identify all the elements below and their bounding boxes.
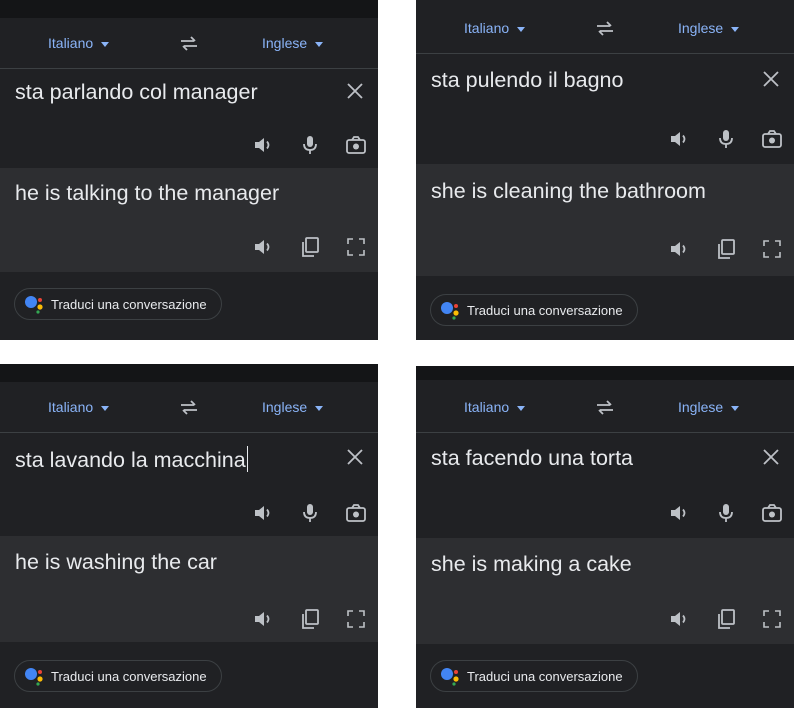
google-assistant-icon xyxy=(441,668,459,686)
source-actions xyxy=(416,502,794,526)
translate-conversation-button[interactable]: Traduci una conversazione xyxy=(14,660,222,692)
chevron-down-icon xyxy=(315,405,324,411)
translation-result: she is cleaning the bathroom xyxy=(416,164,794,276)
copy-icon[interactable] xyxy=(715,238,737,260)
translation-result: he is talking to the manager xyxy=(0,168,378,272)
target-language-selector[interactable]: Inglese xyxy=(262,382,324,432)
translation-result: she is making a cake xyxy=(416,538,794,644)
swap-arrows-icon[interactable] xyxy=(594,396,616,418)
chevron-down-icon xyxy=(101,405,110,411)
result-actions xyxy=(416,238,794,262)
result-actions xyxy=(0,608,378,632)
translate-conversation-button[interactable]: Traduci una conversazione xyxy=(430,294,638,326)
text-cursor xyxy=(246,446,249,472)
chevron-down-icon xyxy=(517,405,526,411)
microphone-icon[interactable] xyxy=(715,128,737,150)
result-actions xyxy=(0,236,378,260)
google-assistant-icon xyxy=(25,296,43,314)
swap-arrows-icon[interactable] xyxy=(594,17,616,39)
copy-icon[interactable] xyxy=(299,608,321,630)
speaker-icon[interactable] xyxy=(252,236,274,258)
fullscreen-icon[interactable] xyxy=(345,608,367,630)
chevron-down-icon xyxy=(101,41,110,47)
speaker-icon[interactable] xyxy=(252,502,274,524)
top-strip xyxy=(416,366,794,380)
fullscreen-icon[interactable] xyxy=(761,238,783,260)
source-text-input[interactable]: sta lavando la macchina xyxy=(15,446,249,473)
chevron-down-icon xyxy=(731,405,740,411)
close-icon[interactable] xyxy=(762,448,780,466)
result-actions xyxy=(416,608,794,632)
speaker-icon[interactable] xyxy=(668,128,690,150)
fullscreen-icon[interactable] xyxy=(761,608,783,630)
source-language-selector[interactable]: Italiano xyxy=(48,382,110,432)
translation-text: she is making a cake xyxy=(431,552,632,576)
translate-panel-4: Italiano Inglese sta facendo una torta s… xyxy=(416,366,794,708)
microphone-icon[interactable] xyxy=(299,502,321,524)
source-language-selector[interactable]: Italiano xyxy=(48,18,110,68)
source-text-input[interactable]: sta facendo una torta xyxy=(431,446,633,471)
camera-icon[interactable] xyxy=(345,134,367,156)
chevron-down-icon xyxy=(731,26,740,32)
speaker-icon[interactable] xyxy=(252,134,274,156)
camera-icon[interactable] xyxy=(345,502,367,524)
close-icon[interactable] xyxy=(346,82,364,100)
chevron-down-icon xyxy=(315,41,324,47)
language-bar: Italiano Inglese xyxy=(416,3,794,54)
chevron-down-icon xyxy=(517,26,526,32)
close-icon[interactable] xyxy=(762,70,780,88)
translation-text: he is talking to the manager xyxy=(15,181,280,205)
translate-conversation-button[interactable]: Traduci una conversazione xyxy=(430,660,638,692)
speaker-icon[interactable] xyxy=(668,502,690,524)
microphone-icon[interactable] xyxy=(715,502,737,524)
source-actions xyxy=(0,502,378,526)
fullscreen-icon[interactable] xyxy=(345,236,367,258)
swap-arrows-icon[interactable] xyxy=(178,32,200,54)
translation-text: he is washing the car xyxy=(15,550,217,574)
source-text-input[interactable]: sta pulendo il bagno xyxy=(431,68,623,93)
source-actions xyxy=(416,128,794,152)
microphone-icon[interactable] xyxy=(299,134,321,156)
translate-panel-1: Italiano Inglese sta parlando col manage… xyxy=(0,0,378,340)
copy-icon[interactable] xyxy=(715,608,737,630)
speaker-icon[interactable] xyxy=(668,238,690,260)
translation-text: she is cleaning the bathroom xyxy=(431,179,706,203)
translation-result: he is washing the car xyxy=(0,536,378,642)
close-icon[interactable] xyxy=(346,448,364,466)
top-strip xyxy=(0,0,378,18)
source-actions xyxy=(0,134,378,158)
translate-panel-2: Italiano Inglese sta pulendo il bagno sh… xyxy=(416,0,794,340)
translate-conversation-button[interactable]: Traduci una conversazione xyxy=(14,288,222,320)
google-assistant-icon xyxy=(441,302,459,320)
target-language-selector[interactable]: Inglese xyxy=(678,3,740,53)
target-language-selector[interactable]: Inglese xyxy=(678,382,740,432)
swap-arrows-icon[interactable] xyxy=(178,396,200,418)
language-bar: Italiano Inglese xyxy=(0,18,378,69)
speaker-icon[interactable] xyxy=(668,608,690,630)
copy-icon[interactable] xyxy=(299,236,321,258)
language-bar: Italiano Inglese xyxy=(416,382,794,433)
speaker-icon[interactable] xyxy=(252,608,274,630)
camera-icon[interactable] xyxy=(761,128,783,150)
camera-icon[interactable] xyxy=(761,502,783,524)
source-language-selector[interactable]: Italiano xyxy=(464,382,526,432)
target-language-selector[interactable]: Inglese xyxy=(262,18,324,68)
source-language-selector[interactable]: Italiano xyxy=(464,3,526,53)
google-assistant-icon xyxy=(25,668,43,686)
top-strip xyxy=(0,364,378,382)
source-text-input[interactable]: sta parlando col manager xyxy=(15,80,258,105)
translate-panel-3: Italiano Inglese sta lavando la macchina… xyxy=(0,364,378,708)
language-bar: Italiano Inglese xyxy=(0,382,378,433)
